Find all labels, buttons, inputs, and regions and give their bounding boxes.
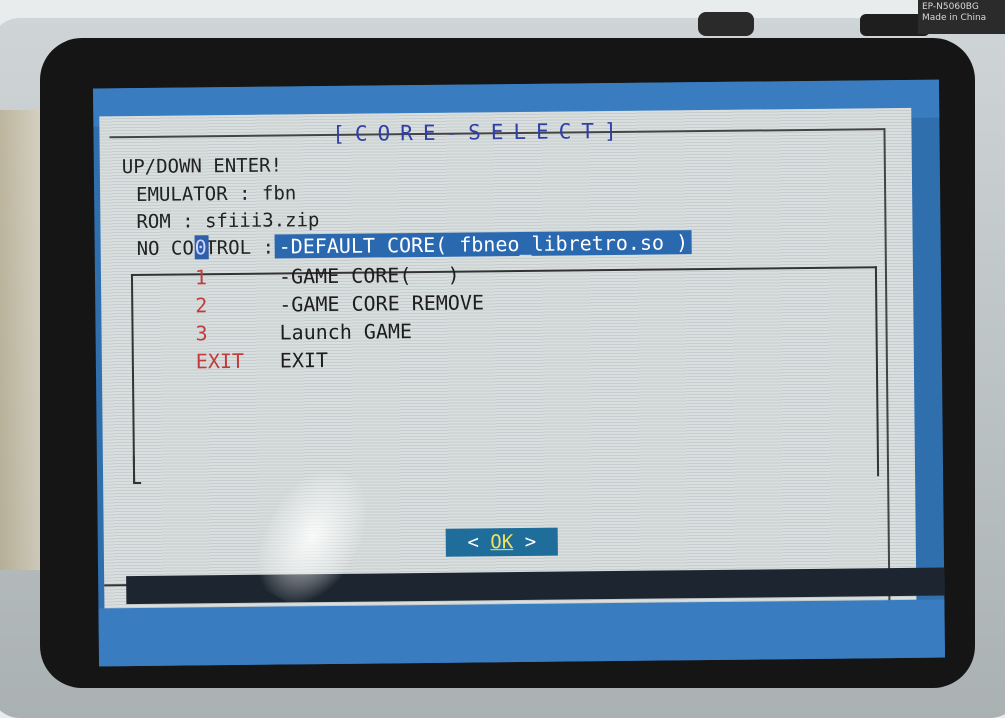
emulator-text: EMULATOR : fbn — [135, 182, 297, 206]
device-label-line: Made in China — [922, 13, 987, 23]
menu-item-key: 1 — [194, 265, 208, 290]
menu-item-key: EXIT — [195, 348, 245, 374]
screen-bottom-band — [98, 599, 946, 667]
menu-item-key: 0 — [194, 235, 209, 260]
menu-item-label: EXIT — [279, 347, 329, 373]
device-label: EP-N5060BG Made in China — [918, 0, 1005, 34]
device-side-strip — [0, 110, 40, 570]
menu-item-label: -DEFAULT CORE( fbneo_libretro.so ) — [274, 230, 693, 259]
instruction-text: UP/DOWN ENTER! — [121, 154, 283, 179]
rom-text: ROM : sfiii3.zip — [136, 209, 320, 233]
menu-item-key: 3 — [195, 321, 208, 346]
menu-item-label: Launch GAME — [279, 319, 413, 345]
device-knob — [698, 12, 754, 36]
ok-right-arrow: > — [513, 530, 537, 554]
dialog-frame — [883, 128, 891, 607]
ok-button-label: OK — [490, 531, 514, 554]
menu-list-border — [132, 456, 136, 485]
menu-item-label: -GAME CORE REMOVE — [279, 290, 485, 317]
core-select-dialog: [CORE-SELECT] UP/DOWN ENTER! EMULATOR : … — [99, 107, 917, 637]
ok-left-arrow: < — [467, 531, 491, 554]
menu-item-default-core[interactable]: 0 -DEFAULT CORE( fbneo_libretro.so ) — [194, 229, 795, 261]
dialog-title: [CORE-SELECT] — [332, 118, 627, 146]
display-screen: [CORE-SELECT] UP/DOWN ENTER! EMULATOR : … — [92, 79, 946, 667]
menu-list-border — [133, 481, 142, 485]
device-label-line: EP-N5060BG — [922, 2, 979, 12]
menu-item-key: 2 — [195, 293, 208, 318]
menu-item-label: -GAME CORE( ) — [278, 262, 460, 289]
ok-button[interactable]: < OK > — [445, 527, 558, 557]
